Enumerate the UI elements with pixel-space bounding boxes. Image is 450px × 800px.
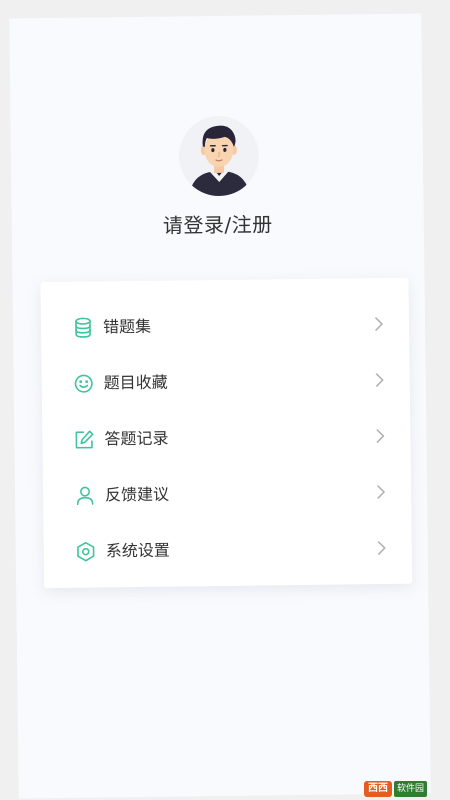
chevron-right-icon [376, 538, 388, 558]
smile-icon [72, 372, 96, 396]
user-icon [73, 484, 97, 508]
settings-icon [74, 540, 98, 564]
menu-item-favorites[interactable]: 题目收藏 [41, 355, 410, 409]
site-watermark: 西西 软件园 [364, 780, 448, 798]
edit-icon [72, 428, 96, 452]
menu-item-settings[interactable]: 系统设置 [43, 523, 412, 577]
chevron-right-icon [373, 314, 385, 334]
login-register-link[interactable]: 请登录/注册 [12, 206, 424, 240]
chevron-right-icon [374, 426, 386, 446]
chevron-right-icon [375, 482, 387, 502]
profile-screen: 请登录/注册 错题集 题目收藏 答题记录 反馈建议 系统设置 [9, 13, 431, 799]
menu-item-label: 错题集 [102, 316, 152, 337]
watermark-logo: 西西 [364, 781, 392, 797]
database-icon [71, 316, 95, 340]
menu-item-label: 反馈建议 [104, 484, 170, 505]
avatar[interactable] [178, 115, 260, 197]
menu-item-label: 答题记录 [104, 428, 169, 449]
chevron-right-icon [374, 370, 386, 390]
menu-item-wrong-questions[interactable]: 错题集 [41, 299, 410, 353]
avatar-illustration [189, 125, 250, 197]
menu-card: 错题集 题目收藏 答题记录 反馈建议 系统设置 [40, 277, 413, 589]
menu-item-label: 系统设置 [105, 540, 170, 561]
watermark-site-name: 软件园 [394, 781, 428, 797]
menu-item-feedback[interactable]: 反馈建议 [43, 467, 412, 521]
menu-item-label: 题目收藏 [103, 372, 168, 393]
menu-item-answer-records[interactable]: 答题记录 [42, 411, 411, 465]
